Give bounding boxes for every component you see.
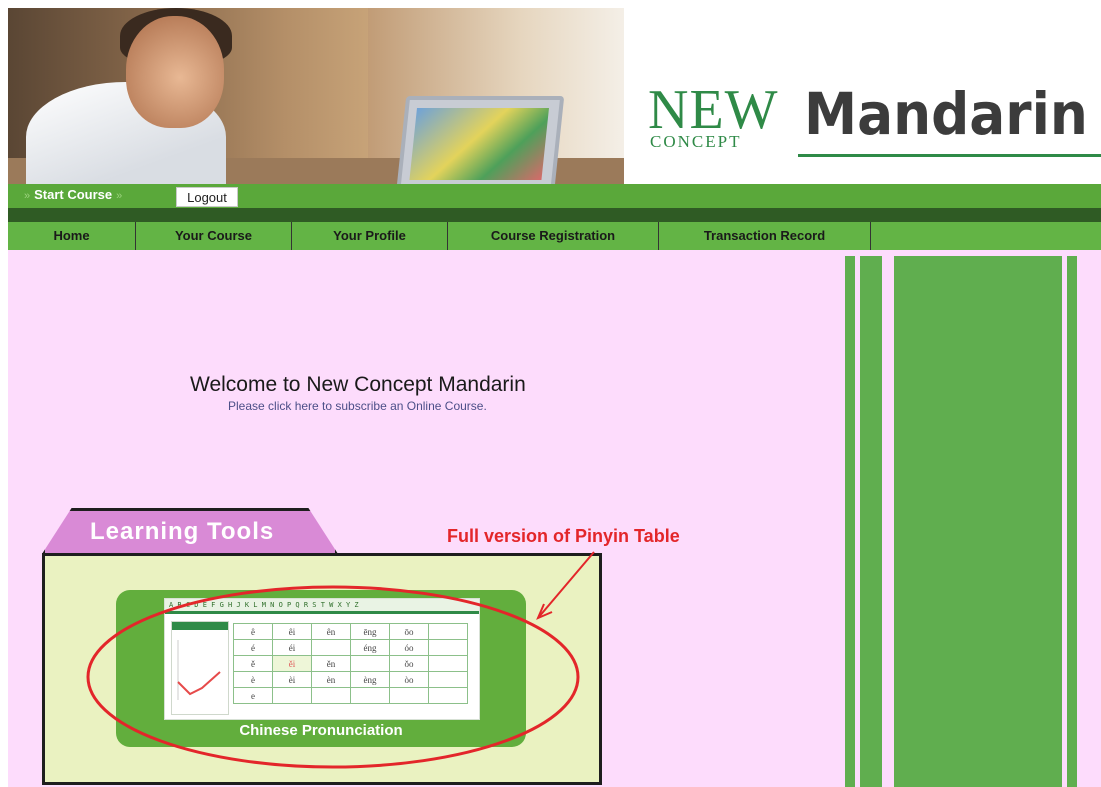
sidebar-stripe — [860, 256, 882, 787]
logo-underline — [798, 154, 1101, 157]
site-logo[interactable]: NEW CONCEPT Mandarin — [648, 82, 1101, 162]
pinyin-table-preview[interactable]: A B C D E F G H J K L M N O P Q R S T W … — [164, 598, 480, 720]
preview-letter-index: A B C D E F G H J K L M N O P Q R S T W … — [165, 599, 479, 611]
learning-tools-tab[interactable]: Learning Tools — [42, 508, 338, 554]
main-nav: Home Your Course Your Profile Course Reg… — [8, 222, 1101, 270]
double-chevron-icon: » — [116, 190, 123, 202]
pinyin-grid: ê êi ên ēng ōo é éi éng óo ě ěi ěn ǒo è èi èn èng òo e — [233, 623, 468, 704]
logo-concept-text: CONCEPT — [650, 132, 742, 151]
nav-item-home[interactable]: Home — [8, 222, 135, 250]
double-chevron-icon: » — [24, 190, 31, 202]
table-row: ê êi ên ēng ōo — [233, 623, 468, 640]
nav-item-course-registration[interactable]: Course Registration — [448, 222, 658, 250]
nav-item-transaction-record[interactable]: Transaction Record — [659, 222, 870, 250]
sidebar-stripe — [845, 256, 855, 787]
right-sidebar — [842, 250, 1101, 787]
logo-mandarin-text: Mandarin — [804, 80, 1088, 148]
nav-item-your-course[interactable]: Your Course — [136, 222, 291, 250]
top-bar: » Start Course» Logout — [8, 184, 1101, 208]
table-row: e — [233, 687, 468, 704]
monitor-image — [395, 96, 565, 184]
subscribe-link[interactable]: Please click here to subscribe an Online… — [228, 399, 487, 413]
logo-new-text: NEW — [648, 79, 779, 141]
pinyin-table-annotation: Full version of Pinyin Table — [447, 526, 680, 546]
sidebar-panel — [894, 256, 1062, 787]
divider-bar — [8, 208, 1101, 222]
learning-tools-title: Learning Tools — [90, 518, 275, 545]
chinese-pronunciation-card[interactable]: A B C D E F G H J K L M N O P Q R S T W … — [116, 590, 526, 747]
start-course-label: Start Course — [34, 187, 113, 202]
sidebar-stripe — [1067, 256, 1077, 787]
start-course-link[interactable]: » Start Course» — [20, 187, 126, 202]
chinese-pronunciation-label: Chinese Pronunciation — [239, 722, 403, 739]
header-banner: NEW CONCEPT Mandarin — [8, 8, 1101, 184]
logout-button[interactable]: Logout — [176, 187, 238, 207]
table-row: ě ěi ěn ǒo — [233, 655, 468, 672]
welcome-heading: Welcome to New Concept Mandarin — [190, 373, 526, 396]
preview-chart-thumbnail — [171, 621, 229, 715]
table-row: è èi èn èng òo — [233, 671, 468, 688]
table-row: é éi éng óo — [233, 639, 468, 656]
banner-photo — [8, 8, 624, 184]
nav-item-your-profile[interactable]: Your Profile — [292, 222, 447, 250]
